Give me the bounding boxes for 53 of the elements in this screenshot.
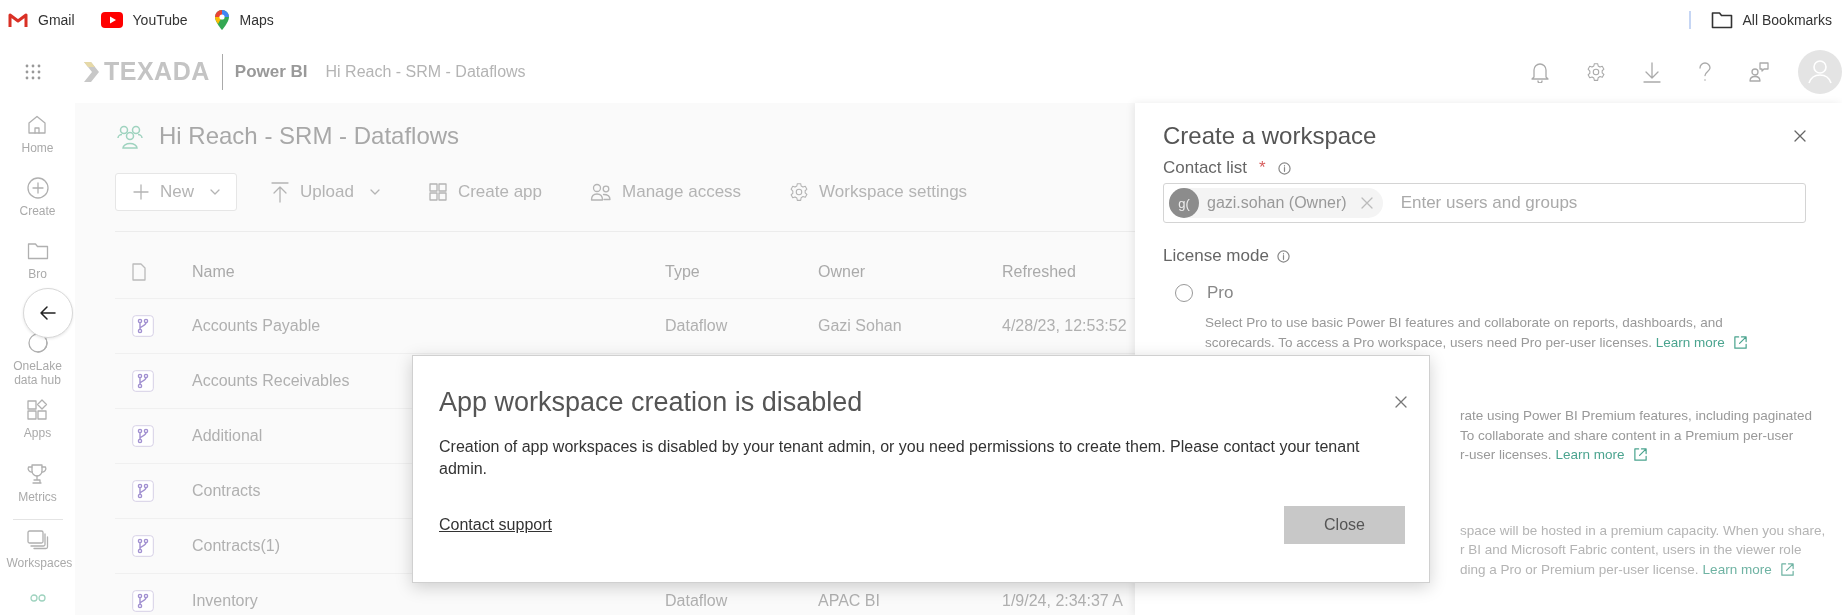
panel-title: Create a workspace xyxy=(1163,122,1377,150)
table-cell-text: Dataflow xyxy=(665,317,729,335)
option-description: Select Pro to use basic Power BI features and collaborate on reports, dashboards, and scorecards. To access a Pro workspace, users need Pro per-user licenses. Learn more xyxy=(1205,313,1795,352)
brand-logo: TEXADA xyxy=(104,57,210,86)
option-label[interactable]: Pro xyxy=(1207,283,1234,303)
sidebar-item[interactable]: Home xyxy=(21,141,54,155)
toolbar-button[interactable]: New xyxy=(115,173,237,211)
column-header[interactable]: Owner xyxy=(818,263,1002,281)
item-name[interactable]: Inventory xyxy=(192,592,665,610)
input-field[interactable]: g( gazi.sohan (Owner) Enter users and groups xyxy=(1163,183,1806,223)
table-cell-text: Dataflow xyxy=(665,592,729,610)
table-cell-text: Gazi Sohan xyxy=(818,317,903,335)
description-text: space will be hosted in a premium capacity. When you share, xyxy=(1460,521,1826,540)
bookmark-link[interactable]: YouTube xyxy=(100,9,188,31)
chip-label: gazi.sohan (Owner) xyxy=(1207,194,1347,212)
close-button[interactable]: Close xyxy=(1284,506,1405,544)
sidebar-item[interactable]: Create xyxy=(19,204,56,219)
required-mark: * xyxy=(1259,158,1266,178)
sidebar-item[interactable]: Metrics xyxy=(18,489,57,504)
column-header[interactable]: Name xyxy=(192,263,665,281)
table-cell: 1/9/24, 2:34:37 A xyxy=(1002,592,1123,610)
bookmark-link[interactable]: Gmail xyxy=(8,9,75,31)
toolbar-button[interactable]: Create app xyxy=(412,173,557,211)
bookmark-link[interactable]: Maps xyxy=(213,9,274,31)
sidebar-item[interactable]: Apps xyxy=(23,426,52,441)
description-text: rate using Power BI Premium features, including paginated xyxy=(1460,407,1812,425)
description-text: To collaborate and share content in a Premium per-user xyxy=(1460,426,1794,445)
dialog-message: Creation of app workspaces is disabled by your tenant admin, or you need permissions to create them. Please contact your tenant admin. xyxy=(439,437,1361,479)
user-chip[interactable]: g( gazi.sohan (Owner) xyxy=(1169,188,1383,218)
product-name: Power BI xyxy=(234,61,308,82)
breadcrumb[interactable]: Hi Reach - SRM - Dataflows xyxy=(325,62,526,81)
sidebar-item[interactable]: OneLake data hub xyxy=(6,358,69,387)
contact-support-link[interactable]: Contact support xyxy=(439,516,552,534)
toolbar-button[interactable]: Upload xyxy=(255,172,395,212)
learn-more-link[interactable]: Learn more xyxy=(1555,445,1648,465)
table-cell-text: APAC BI xyxy=(818,592,881,610)
toolbar-button[interactable]: Workspace settings xyxy=(774,173,983,211)
learn-more-link[interactable]: Learn more xyxy=(1655,332,1748,352)
item-name[interactable]: Accounts Payable xyxy=(192,317,665,335)
toolbar-button[interactable]: Manage access xyxy=(575,173,757,211)
column-header[interactable]: Refreshed xyxy=(1002,263,1076,281)
description-text: r BI and Microsoft Fabric content, users in the viewer role xyxy=(1460,541,1802,559)
dialog-title: App workspace creation is disabled xyxy=(439,386,863,418)
table-cell: 4/28/23, 12:53:52 xyxy=(1002,317,1127,335)
field-label: License mode xyxy=(1163,246,1269,266)
all-bookmarks-button[interactable]: All Bookmarks xyxy=(1710,11,1832,29)
description-text: ding a Pro or Premium per-user license. xyxy=(1460,560,1699,579)
field-label: Contact list xyxy=(1163,158,1248,178)
avatar-initials: g( xyxy=(1169,188,1199,218)
workspace-title: Hi Reach - SRM - Dataflows xyxy=(159,122,460,150)
column-header[interactable]: Type xyxy=(665,263,818,281)
sidebar-item[interactable]: Bro xyxy=(28,267,47,282)
description-text: r-user licenses. xyxy=(1460,446,1552,464)
